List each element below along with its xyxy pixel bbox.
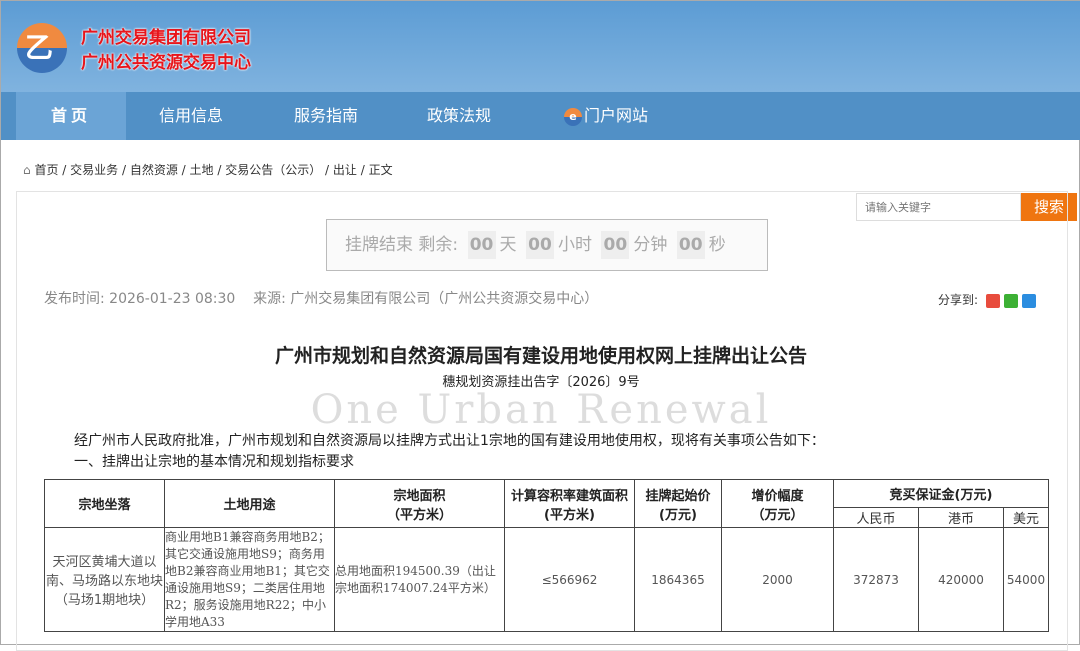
nav-policy[interactable]: 政策法规	[409, 92, 509, 140]
countdown-days: 00	[467, 231, 496, 259]
nav-portal[interactable]: e 门户网站	[556, 92, 656, 140]
minutes-unit: 分钟	[633, 235, 668, 255]
crumb-trading[interactable]: 交易业务	[70, 163, 118, 177]
countdown-minutes: 00	[601, 231, 630, 259]
intro-paragraph: 经广州市人民政府批准，广州市规划和自然资源局以挂牌方式出让1宗地的国有建设用地使…	[74, 433, 825, 449]
brand-name[interactable]: 广州交易集团有限公司 广州公共资源交易中心	[81, 26, 251, 76]
th-price: 挂牌起始价 (万元)	[634, 479, 722, 528]
breadcrumb: ⌂ 首页 / 交易业务 / 自然资源 / 土地 / 交易公告（公示） / 出让 …	[23, 163, 393, 177]
watermark: One Urban Renewal	[310, 387, 772, 433]
cell-use: 商业用地B1兼容商务用地B2；其它交通设施用地S9；商务用地B2兼容商业用地B1…	[164, 527, 335, 632]
countdown-seconds: 00	[676, 231, 705, 259]
table-row: 天河区黄埔大道以南、马场路以东地块（马场1期地块） 商业用地B1兼容商务用地B2…	[44, 527, 1049, 632]
cell-rmb: 372873	[833, 527, 919, 632]
th-deposit: 竞买保证金(万元)	[833, 479, 1049, 508]
weibo-icon[interactable]	[985, 293, 1000, 308]
source: 来源: 广州交易集团有限公司（广州公共资源交易中心）	[253, 291, 599, 307]
brand-line2: 广州公共资源交易中心	[81, 53, 251, 73]
main-nav: 首页 信用信息 服务指南 政策法规 e门户网站 搜索	[1, 92, 1080, 221]
wechat-icon[interactable]	[1003, 293, 1018, 308]
days-unit: 天	[499, 235, 517, 255]
logo-icon[interactable]: 乙	[17, 23, 67, 73]
th-increment: 增价幅度 （万元）	[721, 479, 834, 528]
cell-gfa: ≤566962	[504, 527, 635, 632]
brand-line1: 广州交易集团有限公司	[81, 28, 251, 48]
hours-unit: 小时	[557, 235, 592, 255]
crumb-land[interactable]: 土地	[190, 163, 214, 177]
article-meta: 发布时间: 2026-01-23 08:30 来源: 广州交易集团有限公司（广州…	[44, 288, 598, 308]
nav-home[interactable]: 首页	[16, 92, 126, 140]
publish-time: 发布时间: 2026-01-23 08:30	[44, 291, 236, 307]
section-heading: 一、挂牌出让宗地的基本情况和规划指标要求	[74, 454, 354, 470]
qq-icon[interactable]	[1021, 293, 1036, 308]
nav-portal-label: 门户网站	[583, 106, 648, 125]
th-use: 土地用途	[164, 479, 335, 528]
cell-hkd: 420000	[918, 527, 1004, 632]
portal-logo-icon: e	[563, 107, 582, 126]
countdown-label: 挂牌结束 剩余:	[345, 235, 459, 255]
th-location: 宗地坐落	[44, 479, 165, 528]
seconds-unit: 秒	[708, 235, 726, 255]
cell-increment: 2000	[721, 527, 834, 632]
nav-guide[interactable]: 服务指南	[276, 92, 376, 140]
crumb-natural-resources[interactable]: 自然资源	[130, 163, 178, 177]
crumb-body: 正文	[368, 163, 393, 177]
th-area: 宗地面积 （平方米）	[334, 479, 505, 528]
cell-usd: 54000	[1003, 527, 1049, 632]
th-rmb: 人民币	[833, 507, 919, 528]
crumb-home[interactable]: 首页	[34, 163, 58, 177]
land-table: 宗地坐落 土地用途 宗地面积 （平方米） 计算容积率建筑面积 (平方米) 挂牌起…	[44, 479, 1049, 632]
cell-price: 1864365	[634, 527, 722, 632]
cell-location: 天河区黄埔大道以南、马场路以东地块（马场1期地块）	[44, 527, 165, 632]
share-bar: 分享到:	[938, 291, 1036, 308]
countdown: 挂牌结束 剩余: 00 天 00 小时 00 分钟 00 秒	[326, 219, 768, 271]
th-gfa: 计算容积率建筑面积 (平方米)	[504, 479, 635, 528]
nav-credit[interactable]: 信用信息	[141, 92, 241, 140]
home-icon: ⌂	[23, 163, 31, 177]
th-hkd: 港币	[918, 507, 1004, 528]
cell-area: 总用地面积194500.39（出让宗地面积174007.24平方米）	[334, 527, 505, 632]
document-number: 穗规划资源挂出告字〔2026〕9号	[442, 375, 640, 390]
crumb-transfer[interactable]: 出让	[333, 163, 357, 177]
article-title: 广州市规划和自然资源局国有建设用地使用权网上挂牌出让公告	[274, 345, 807, 367]
site-header: 乙 广州交易集团有限公司 广州公共资源交易中心	[1, 1, 1080, 92]
countdown-hours: 00	[525, 231, 554, 259]
crumb-announcement[interactable]: 交易公告（公示）	[225, 163, 321, 177]
th-usd: 美元	[1003, 507, 1049, 528]
share-label: 分享到:	[938, 293, 979, 307]
